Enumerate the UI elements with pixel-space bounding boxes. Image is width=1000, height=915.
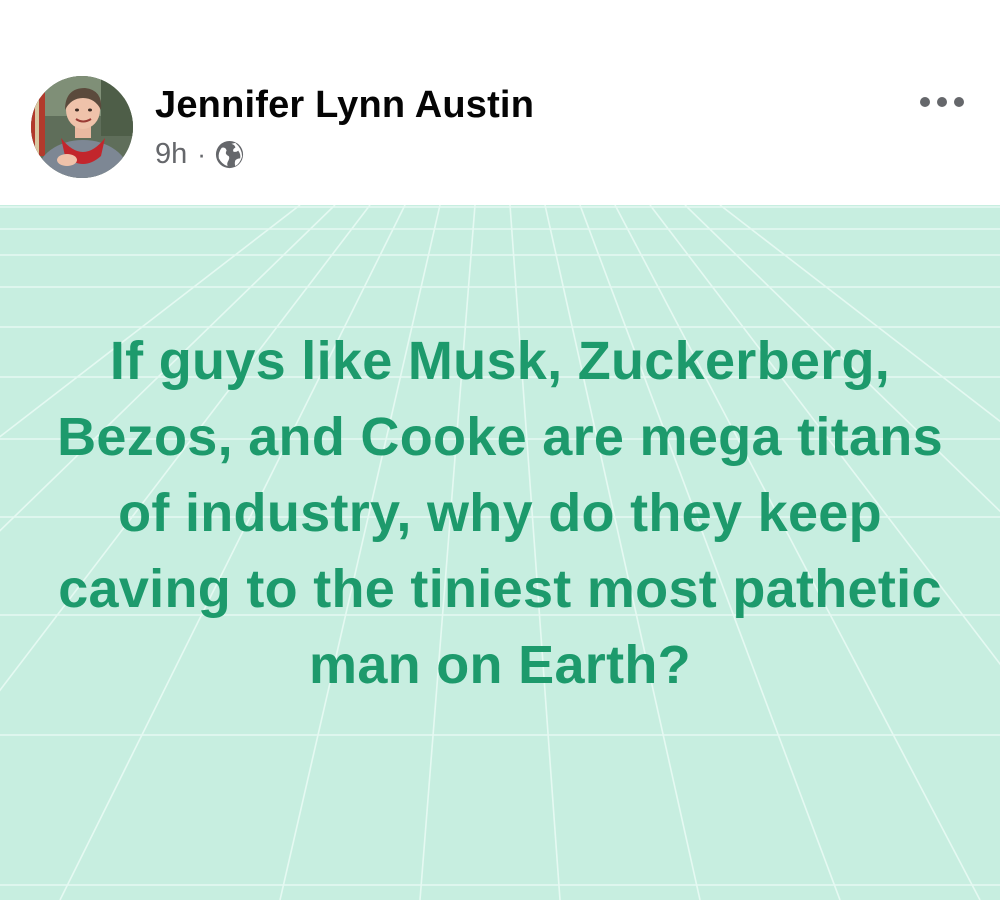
facebook-post: Jennifer Lynn Austin 9h · If guys like M… xyxy=(0,0,1000,915)
status-text: If guys like Musk, Zuckerberg, Bezos, an… xyxy=(57,331,943,695)
meta-separator: · xyxy=(197,138,206,169)
post-header: Jennifer Lynn Austin 9h · xyxy=(0,0,1000,205)
status-background: If guys like Musk, Zuckerberg, Bezos, an… xyxy=(0,205,1000,900)
author-name[interactable]: Jennifer Lynn Austin xyxy=(155,84,534,127)
globe-icon[interactable] xyxy=(214,139,245,170)
post-time[interactable]: 9h xyxy=(155,138,187,171)
post-footer-divider xyxy=(0,900,1000,915)
profile-photo xyxy=(31,76,133,178)
post-meta: 9h · xyxy=(155,136,245,172)
author-avatar[interactable] xyxy=(31,76,133,178)
more-options-icon xyxy=(920,97,964,107)
more-options-button[interactable] xyxy=(910,86,974,118)
